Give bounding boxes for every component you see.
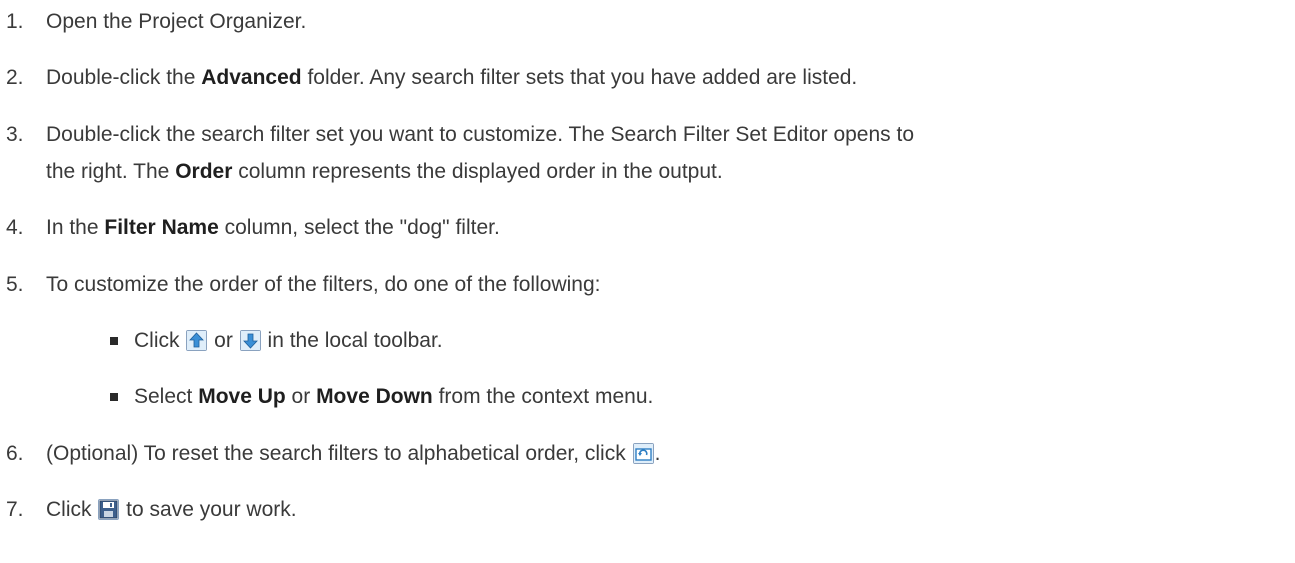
bullet-text-post: from the context menu. [432,385,654,408]
step-number: 3. [6,123,24,146]
move-down-icon[interactable] [239,330,261,351]
step-text-line-2: the right. The Order column represents t… [46,157,723,187]
bullet-text-post: in the local toolbar. [261,329,443,352]
move-up-icon[interactable] [186,330,208,351]
step-number: 5. [6,273,24,296]
step-text-pre: (Optional) To reset the search filters t… [46,442,632,465]
bullet-text: Click or in the local toolbar. [134,326,443,356]
step-text-post: to save your work. [120,498,297,521]
step-text-line-1: Double-click the search filter set you w… [46,123,915,146]
bullet-marker [110,393,118,401]
bullet-text: Select Move Up or Move Down from the con… [134,382,653,412]
bullet-text-pre: Select [134,385,199,408]
step-number: 7. [6,498,24,521]
step-number: 4. [6,216,24,239]
advanced-folder-label: Advanced [201,66,302,89]
step-number: 6. [6,442,24,465]
step-text-post: folder. Any search filter sets that you … [301,66,858,89]
step-text-pre: the right. The [46,160,176,183]
bullet-text-pre: Click [134,329,186,352]
step-text: Open the Project Organizer. [46,10,307,33]
step-text: Click to save your work. [46,495,297,525]
move-up-menu-label: Move Up [198,385,286,408]
step-text-post: column represents the displayed order in… [232,160,723,183]
step-number: 1. [6,10,24,33]
order-column-label: Order [175,160,233,183]
move-down-menu-label: Move Down [316,385,433,408]
bullet-marker [110,337,118,345]
filter-name-column-label: Filter Name [104,216,219,239]
step-text: In the Filter Name column, select the "d… [46,213,500,243]
step-text: Double-click the Advanced folder. Any se… [46,63,857,93]
step-number: 2. [6,66,24,89]
step-text: (Optional) To reset the search filters t… [46,439,660,469]
bullet-text-mid: or [285,385,317,408]
reset-order-icon[interactable] [632,443,654,464]
step-text-pre: Click [46,498,98,521]
step-text-post: column, select the "dog" filter. [218,216,500,239]
bullet-text-mid: or [208,329,239,352]
step-text-pre: Double-click the [46,66,202,89]
step-text-pre: In the [46,216,105,239]
step-text: To customize the order of the filters, d… [46,273,601,296]
save-icon[interactable] [98,499,120,520]
step-text-post: . [654,442,661,465]
